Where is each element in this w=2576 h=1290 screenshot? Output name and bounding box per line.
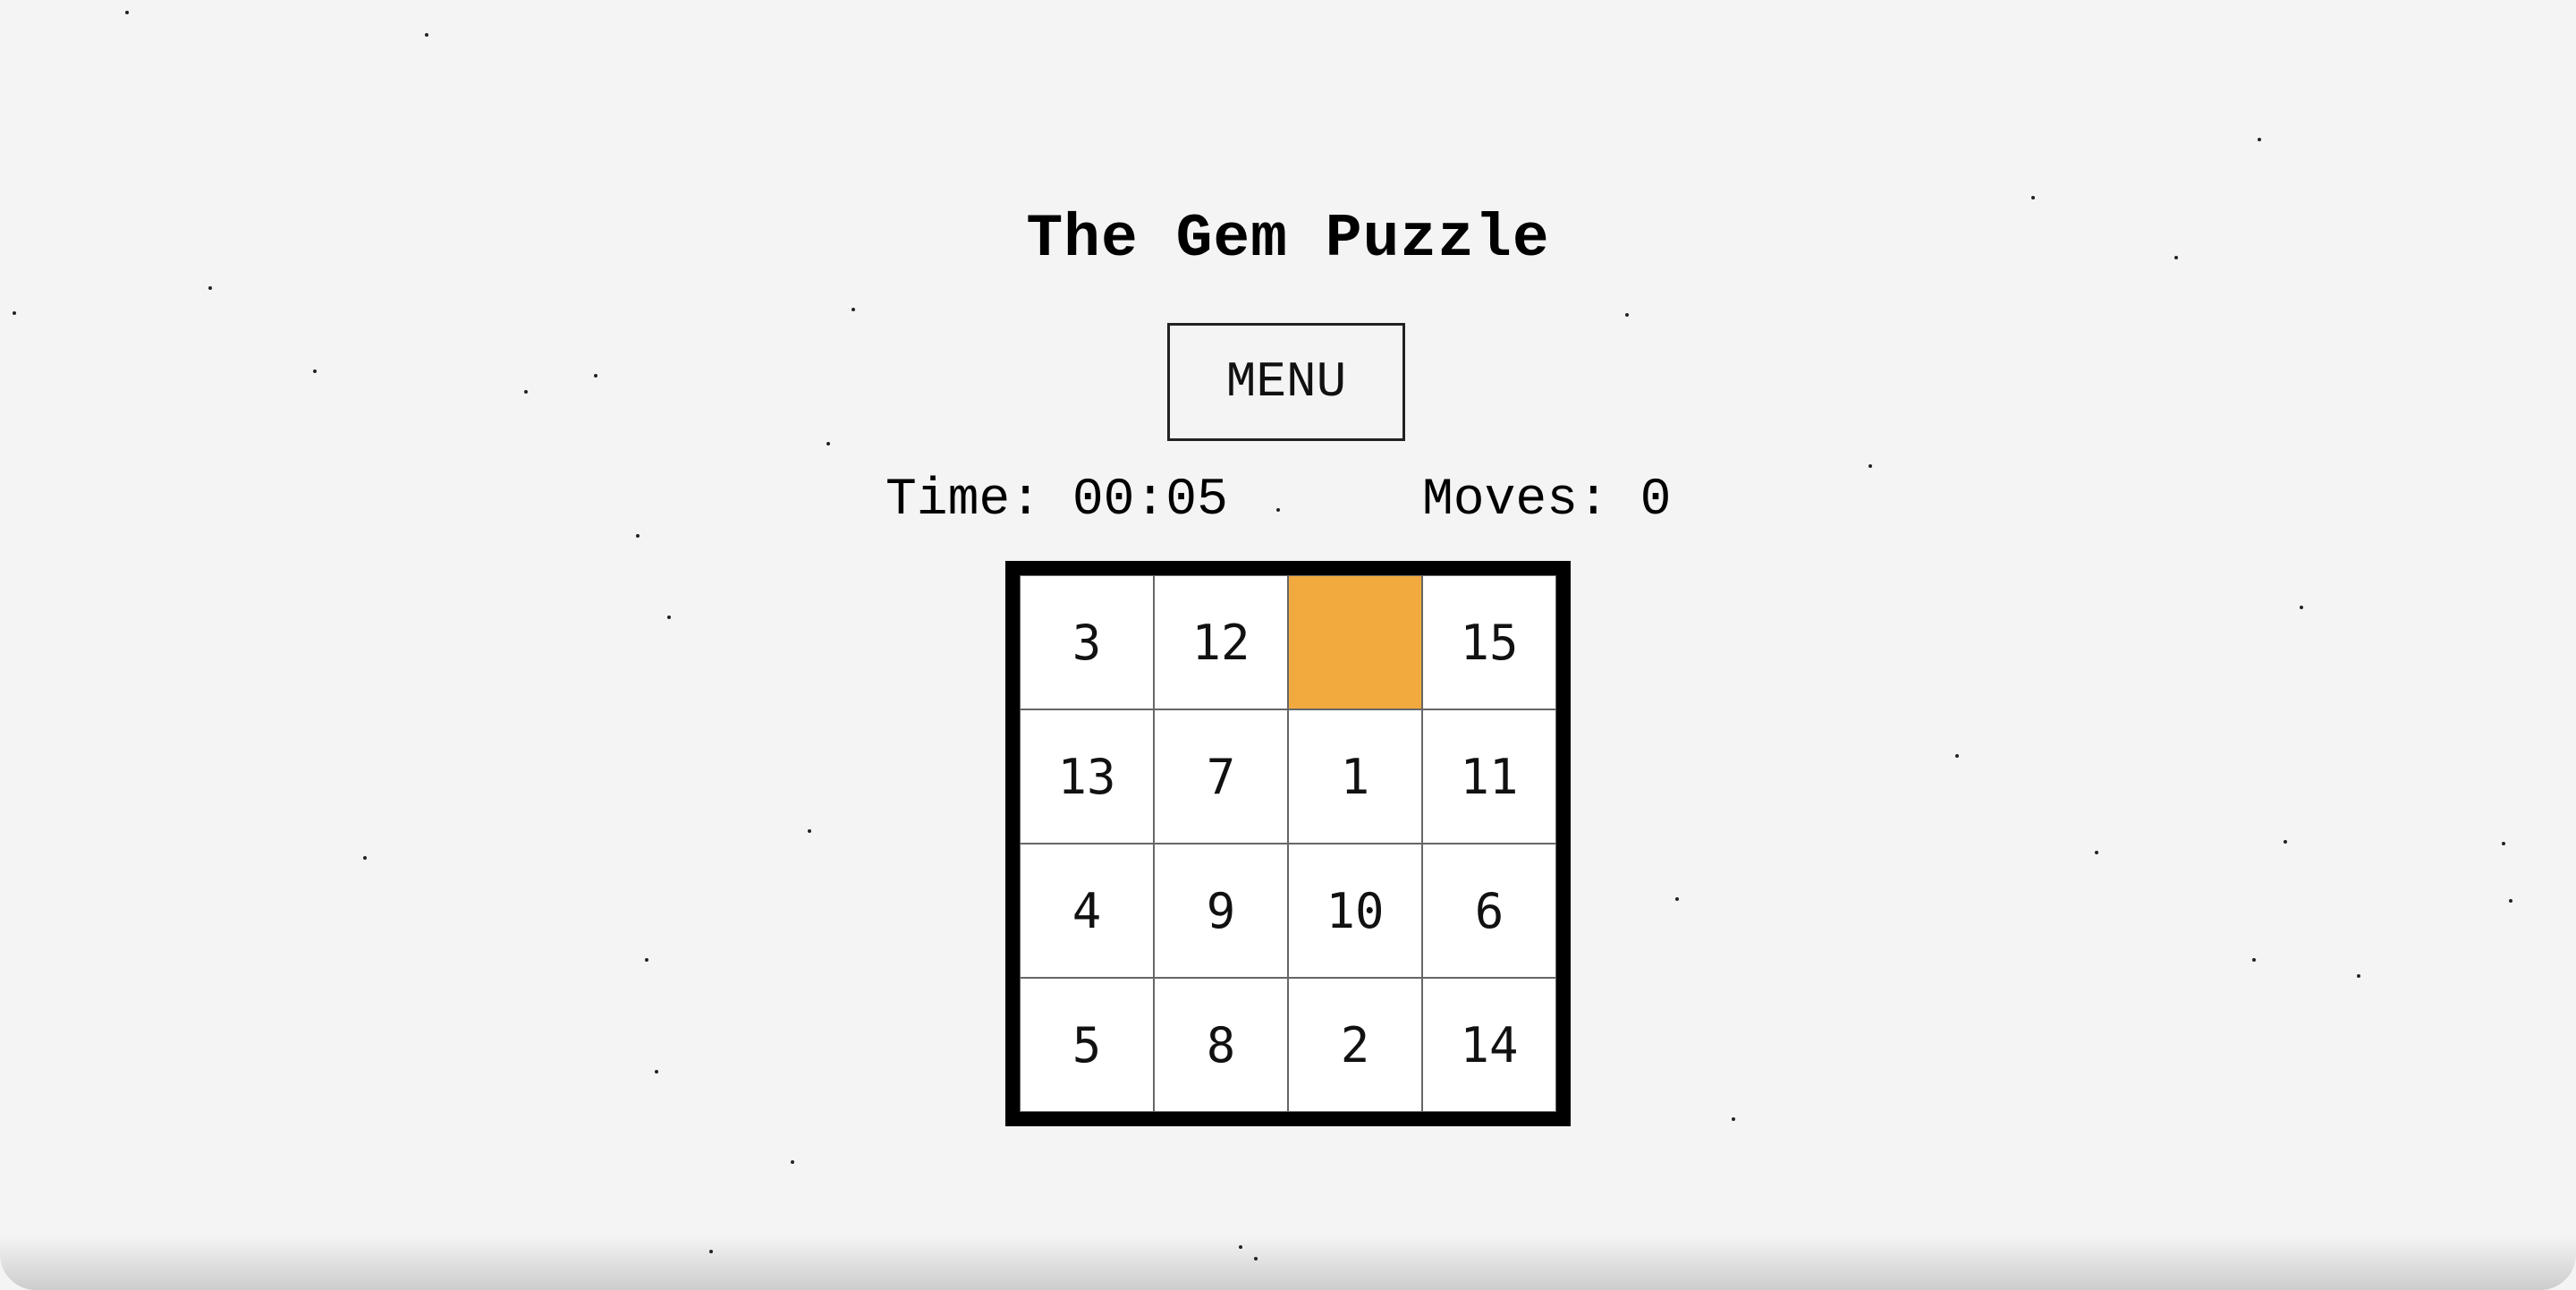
puzzle-tile[interactable]: 1 <box>1288 709 1422 844</box>
puzzle-tile[interactable]: 12 <box>1154 575 1288 709</box>
timer-display: Time: 00:05 <box>886 465 1228 537</box>
puzzle-board: 3 12 15 13 7 1 11 4 9 10 6 5 8 2 14 <box>1005 561 1571 1126</box>
puzzle-tile[interactable]: 7 <box>1154 709 1288 844</box>
puzzle-tile[interactable]: 6 <box>1422 844 1556 978</box>
page-title: The Gem Puzzle <box>1026 205 1550 274</box>
empty-cell <box>1288 575 1422 709</box>
puzzle-tile[interactable]: 13 <box>1020 709 1154 844</box>
time-label: Time: <box>886 471 1042 530</box>
puzzle-tile[interactable]: 11 <box>1422 709 1556 844</box>
puzzle-tile[interactable]: 14 <box>1422 978 1556 1112</box>
puzzle-tile[interactable]: 15 <box>1422 575 1556 709</box>
puzzle-tile[interactable]: 3 <box>1020 575 1154 709</box>
puzzle-tile[interactable]: 10 <box>1288 844 1422 978</box>
puzzle-tile[interactable]: 2 <box>1288 978 1422 1112</box>
moves-counter: Moves: 0 <box>1422 465 1671 537</box>
menu-button[interactable]: MENU <box>1167 323 1405 441</box>
moves-value: 0 <box>1640 471 1672 530</box>
puzzle-tile[interactable]: 8 <box>1154 978 1288 1112</box>
window-bottom-shade <box>0 1236 2576 1290</box>
time-value: 00:05 <box>1072 471 1228 530</box>
puzzle-tile[interactable]: 5 <box>1020 978 1154 1112</box>
moves-label: Moves: <box>1422 471 1609 530</box>
puzzle-tile[interactable]: 9 <box>1154 844 1288 978</box>
puzzle-tile[interactable]: 4 <box>1020 844 1154 978</box>
